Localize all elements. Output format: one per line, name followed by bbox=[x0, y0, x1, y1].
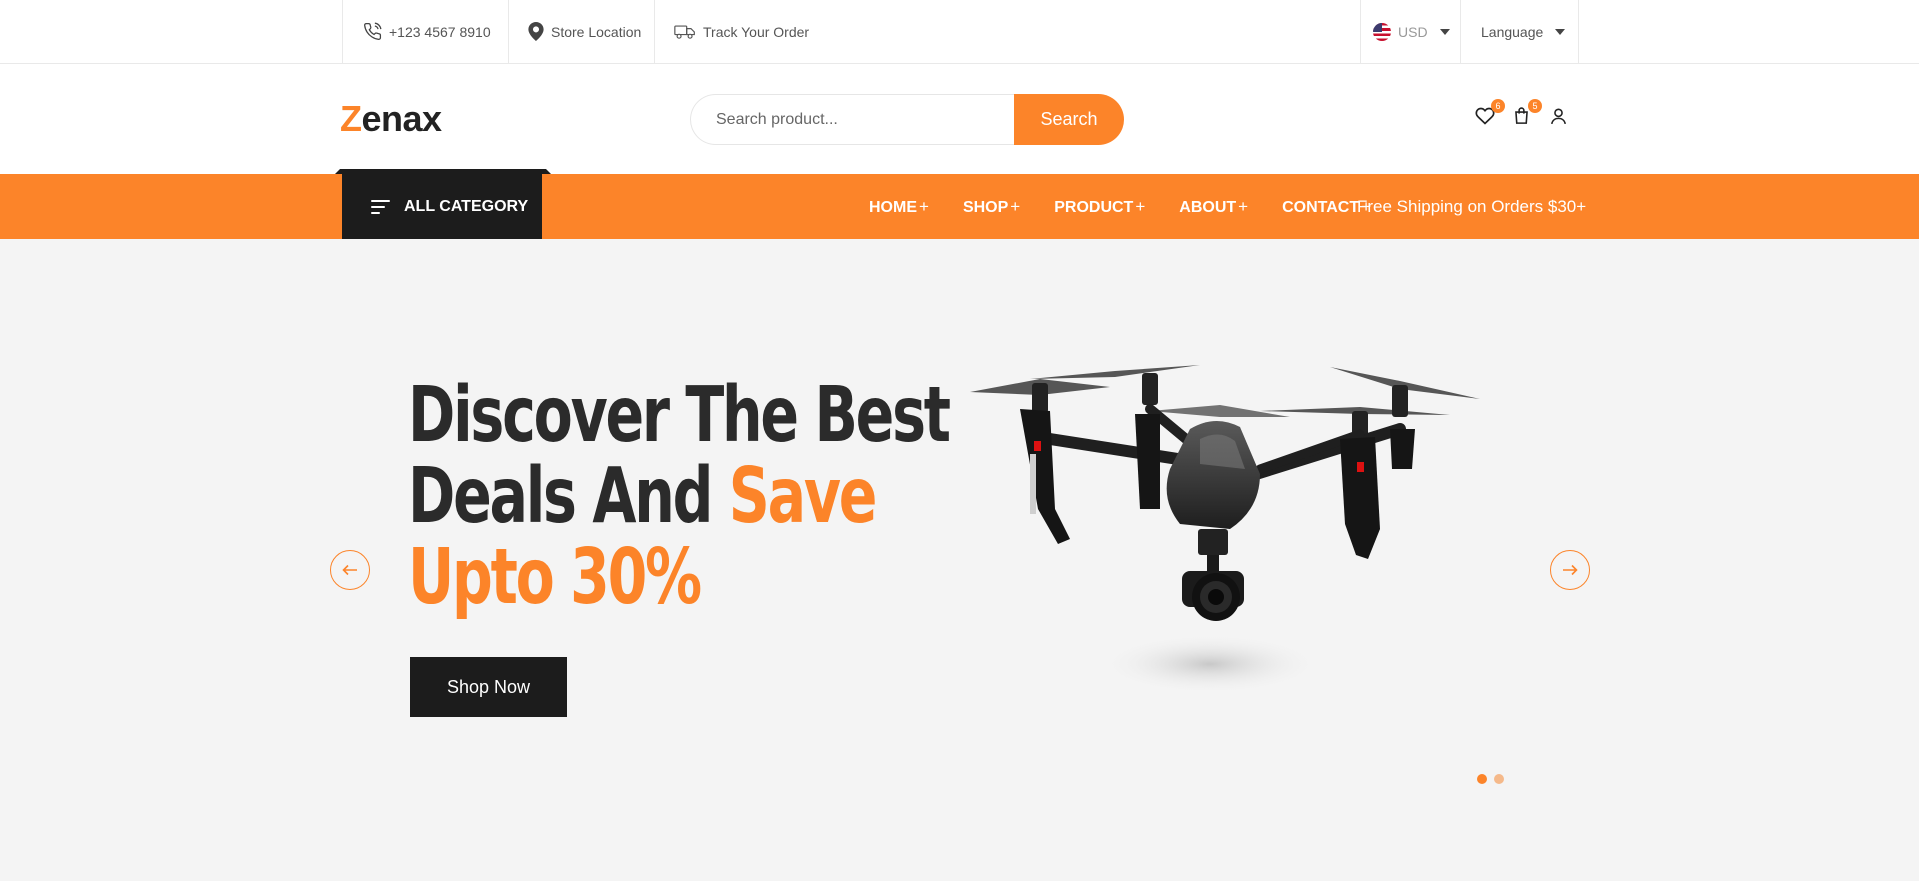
nav-item-home[interactable]: HOME + bbox=[869, 197, 929, 217]
slider-prev-button[interactable] bbox=[330, 550, 370, 590]
nav-item-label: HOME bbox=[869, 198, 917, 216]
logo-initial: Z bbox=[340, 98, 362, 139]
nav-item-label: CONTACT bbox=[1282, 198, 1360, 216]
main-header: Zenax Search 6 5 bbox=[0, 64, 1919, 174]
menu-lines-icon bbox=[371, 199, 390, 214]
plus-icon: + bbox=[1010, 196, 1021, 216]
headline-line-2-text: Deals And bbox=[408, 452, 729, 541]
headline-line-3: Upto 30% bbox=[408, 533, 702, 622]
drone-product-image bbox=[970, 365, 1480, 694]
store-location-link[interactable]: Store Location bbox=[509, 0, 655, 63]
shop-now-button[interactable]: Shop Now bbox=[410, 657, 567, 717]
arrow-right-icon bbox=[1563, 564, 1578, 576]
nav-item-about[interactable]: ABOUT + bbox=[1179, 197, 1248, 217]
plus-icon: + bbox=[1238, 196, 1249, 216]
us-flag-icon bbox=[1373, 22, 1391, 41]
all-category-button[interactable]: ALL CATEGORY bbox=[342, 174, 542, 239]
phone-number: +123 4567 8910 bbox=[389, 23, 491, 40]
nav-item-product[interactable]: PRODUCT + bbox=[1054, 197, 1145, 217]
user-icon bbox=[1550, 108, 1567, 125]
phone-icon bbox=[364, 22, 382, 40]
nav-item-label: ABOUT bbox=[1179, 198, 1237, 216]
track-order-link[interactable]: Track Your Order bbox=[655, 0, 815, 63]
chevron-down-icon bbox=[1555, 28, 1566, 35]
search-input[interactable] bbox=[690, 94, 1026, 145]
wishlist-button[interactable]: 6 bbox=[1475, 99, 1505, 128]
slider-dot[interactable] bbox=[1494, 774, 1504, 784]
free-shipping-notice: Free Shipping on Orders $30+ bbox=[1357, 196, 1587, 216]
slider-dot-active[interactable] bbox=[1477, 774, 1487, 784]
search-button[interactable]: Search bbox=[1014, 94, 1124, 145]
arrow-left-icon bbox=[342, 564, 357, 576]
headline-line-2: Deals And Save bbox=[408, 456, 877, 537]
slider-pagination bbox=[1477, 774, 1511, 784]
logo-text: enax bbox=[361, 98, 443, 139]
currency-selector[interactable]: USD bbox=[1360, 0, 1461, 63]
main-navigation: ALL CATEGORY HOME + SHOP + PRODUCT + ABOUT +… bbox=[0, 174, 1919, 239]
hero-headline: Discover The Best Deals And Save Upto 30… bbox=[408, 371, 951, 622]
site-logo[interactable]: Zenax bbox=[340, 98, 442, 140]
all-category-label: ALL CATEGORY bbox=[404, 197, 529, 215]
hero-slider: Discover The Best Deals And Save Upto 30… bbox=[0, 239, 1919, 881]
store-location-label: Store Location bbox=[551, 23, 642, 40]
nav-item-shop[interactable]: SHOP + bbox=[963, 197, 1020, 217]
map-pin-icon bbox=[528, 22, 544, 41]
headline-line-1: Discover The Best bbox=[408, 371, 951, 460]
plus-icon: + bbox=[1135, 196, 1146, 216]
chevron-down-icon bbox=[1439, 28, 1450, 35]
headline-highlight: Save bbox=[728, 452, 878, 541]
phone-contact[interactable]: +123 4567 8910 bbox=[342, 0, 509, 63]
language-label: Language bbox=[1481, 23, 1544, 40]
nav-item-label: SHOP bbox=[962, 198, 1009, 216]
plus-icon: + bbox=[919, 196, 929, 216]
cart-button[interactable]: 5 bbox=[1512, 99, 1542, 128]
nav-menu: HOME + SHOP + PRODUCT + ABOUT + CONTACT + bbox=[869, 174, 1405, 239]
wishlist-count-badge: 6 bbox=[1491, 99, 1505, 113]
nav-item-label: PRODUCT bbox=[1054, 198, 1134, 216]
top-bar: +123 4567 8910 Store Location Track Your… bbox=[0, 0, 1919, 64]
account-button[interactable] bbox=[1549, 106, 1571, 128]
track-order-label: Track Your Order bbox=[703, 23, 810, 40]
search-form: Search bbox=[690, 94, 1124, 145]
language-selector[interactable]: Language bbox=[1461, 0, 1579, 63]
truck-icon bbox=[674, 24, 695, 39]
slider-next-button[interactable] bbox=[1550, 550, 1590, 590]
cart-count-badge: 5 bbox=[1528, 99, 1542, 113]
currency-value: USD bbox=[1398, 23, 1428, 40]
